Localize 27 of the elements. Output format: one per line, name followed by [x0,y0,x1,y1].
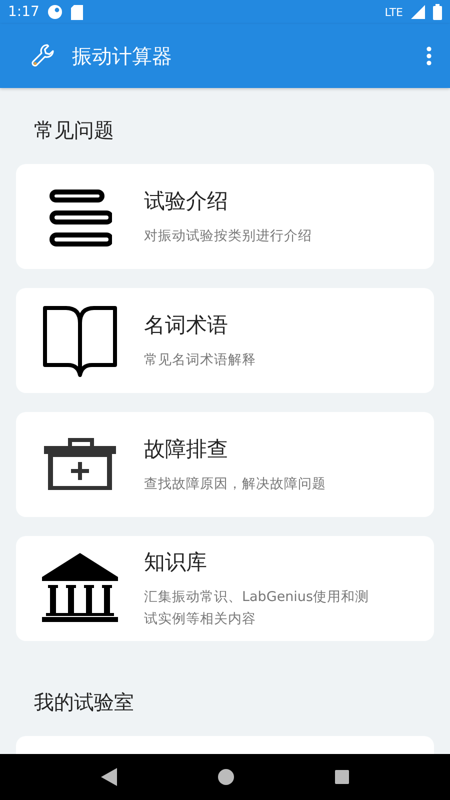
wrench-icon [30,43,56,69]
signal-icon [411,5,425,19]
menu-card[interactable]: 知识库 汇集振动常识、LabGenius使用和测试实例等相关内容 [16,536,434,641]
back-icon [100,768,117,786]
recents-icon [335,770,350,784]
card-description: 汇集振动常识、LabGenius使用和测试实例等相关内容 [144,588,370,628]
notification-icon [47,4,64,20]
museum-icon [42,552,118,624]
card-description: 查找故障原因，解决故障问题 [144,474,326,494]
status-time: 1:17 [8,4,40,20]
card-title: 知识库 [144,548,208,576]
battery-icon [433,4,442,20]
card-title: 名词术语 [144,312,229,338]
menu-card[interactable]: 名词术语 常见名词术语解释 [16,288,434,393]
menu-card[interactable]: 试验介绍 对振动试验按类别进行介绍 [16,164,434,269]
more-icon [426,46,432,66]
open-book-icon [42,304,118,376]
first-aid-kit-icon [44,438,116,492]
card-title: 试验介绍 [144,188,229,214]
menu-card[interactable]: 故障排查 查找故障原因，解决故障问题 [16,412,434,517]
network-type: LTE [384,6,403,18]
card-description: 对振动试验按类别进行介绍 [144,226,312,246]
sd-card-icon [71,4,84,20]
card-description: 常见名词术语解释 [144,350,256,370]
card-title: 故障排查 [144,436,229,462]
home-icon [218,769,234,785]
app-title: 振动计算器 [72,42,172,70]
